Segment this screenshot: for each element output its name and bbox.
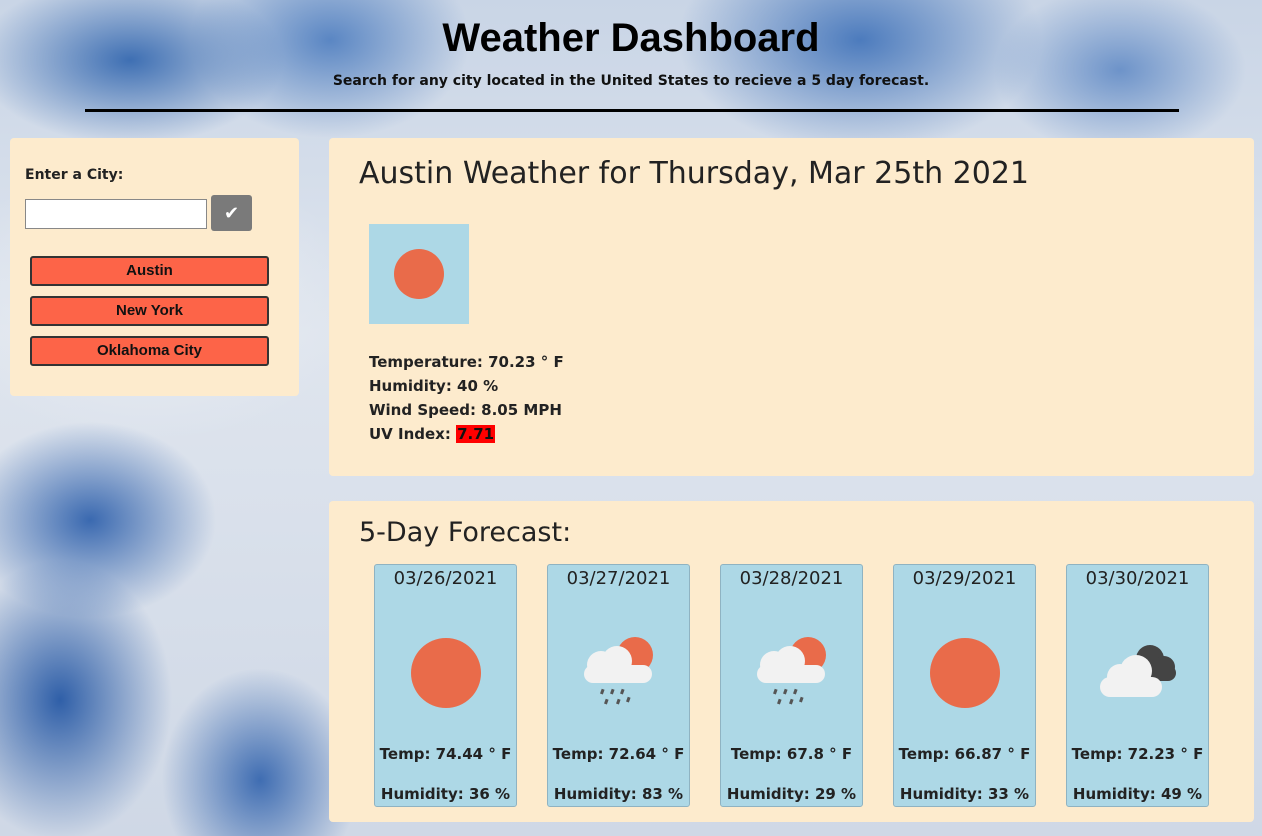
history-city-button[interactable]: Oklahoma City	[30, 336, 269, 366]
forecast-day-card: 03/26/2021 Temp: 74.44 ° F Humidity: 36 …	[374, 564, 517, 807]
sun-icon	[369, 224, 469, 324]
forecast-day-card: 03/29/2021 Temp: 66.87 ° F Humidity: 33 …	[893, 564, 1036, 807]
forecast-date: 03/26/2021	[393, 568, 498, 589]
page-subtitle: Search for any city located in the Unite…	[332, 73, 930, 89]
forecast-date: 03/27/2021	[566, 568, 671, 589]
clouds-icon	[1100, 645, 1176, 697]
forecast-humidity: Humidity: 83 %	[553, 785, 684, 803]
city-search-input[interactable]	[25, 199, 207, 229]
search-panel: Enter a City: ✔ Austin New York Oklahoma…	[10, 138, 299, 396]
uv-index-row: UV Index: 7.71	[369, 422, 564, 446]
forecast-humidity: Humidity: 29 %	[726, 785, 857, 803]
history-city-button[interactable]: New York	[30, 296, 269, 326]
city-search-label: Enter a City:	[25, 167, 124, 183]
rain-cloud-sun-icon	[757, 637, 826, 705]
forecast-day-card: 03/27/2021 Temp: 72.64 ° F Humidity: 83 …	[547, 564, 690, 807]
forecast-temp: Temp: 67.8 ° F	[730, 745, 853, 763]
forecast-panel: 5-Day Forecast: 03/26/2021 Temp: 74.44 °…	[329, 501, 1254, 822]
search-button[interactable]: ✔	[211, 195, 252, 231]
rain-cloud-sun-icon	[584, 637, 653, 705]
forecast-temp: Temp: 66.87 ° F	[898, 745, 1031, 763]
current-weather-panel: Austin Weather for Thursday, Mar 25th 20…	[329, 138, 1254, 476]
forecast-humidity: Humidity: 49 %	[1072, 785, 1203, 803]
page-header: Weather Dashboard Search for any city lo…	[0, 0, 1262, 120]
forecast-day-card: 03/30/2021 Temp: 72.23 ° F Humidity: 49 …	[1066, 564, 1209, 807]
checkmark-icon: ✔	[223, 203, 240, 223]
current-weather-stats: Temperature: 70.23 ° F Humidity: 40 % Wi…	[369, 350, 564, 446]
forecast-date: 03/28/2021	[739, 568, 844, 589]
forecast-humidity: Humidity: 33 %	[899, 785, 1030, 803]
forecast-temp: Temp: 74.44 ° F	[379, 745, 512, 763]
forecast-date: 03/30/2021	[1085, 568, 1190, 589]
header-divider	[85, 109, 1179, 112]
history-city-button[interactable]: Austin	[30, 256, 269, 286]
forecast-title: 5-Day Forecast:	[359, 517, 572, 548]
temperature-text: Temperature: 70.23 ° F	[369, 353, 564, 371]
forecast-date: 03/29/2021	[912, 568, 1017, 589]
sun-icon	[930, 638, 1000, 708]
forecast-humidity: Humidity: 36 %	[380, 785, 511, 803]
humidity-text: Humidity: 40 %	[369, 377, 499, 395]
uv-index-label: UV Index:	[369, 425, 457, 443]
forecast-temp: Temp: 72.23 ° F	[1071, 745, 1204, 763]
forecast-temp: Temp: 72.64 ° F	[552, 745, 685, 763]
uv-index-badge: 7.71	[456, 425, 496, 443]
current-weather-title: Austin Weather for Thursday, Mar 25th 20…	[359, 156, 1029, 191]
forecast-day-card: 03/28/2021 Temp: 67.8 ° F Humidity: 29 %	[720, 564, 863, 807]
page-title: Weather Dashboard	[442, 16, 820, 60]
wind-speed-text: Wind Speed: 8.05 MPH	[369, 401, 562, 419]
sun-icon	[411, 638, 481, 708]
